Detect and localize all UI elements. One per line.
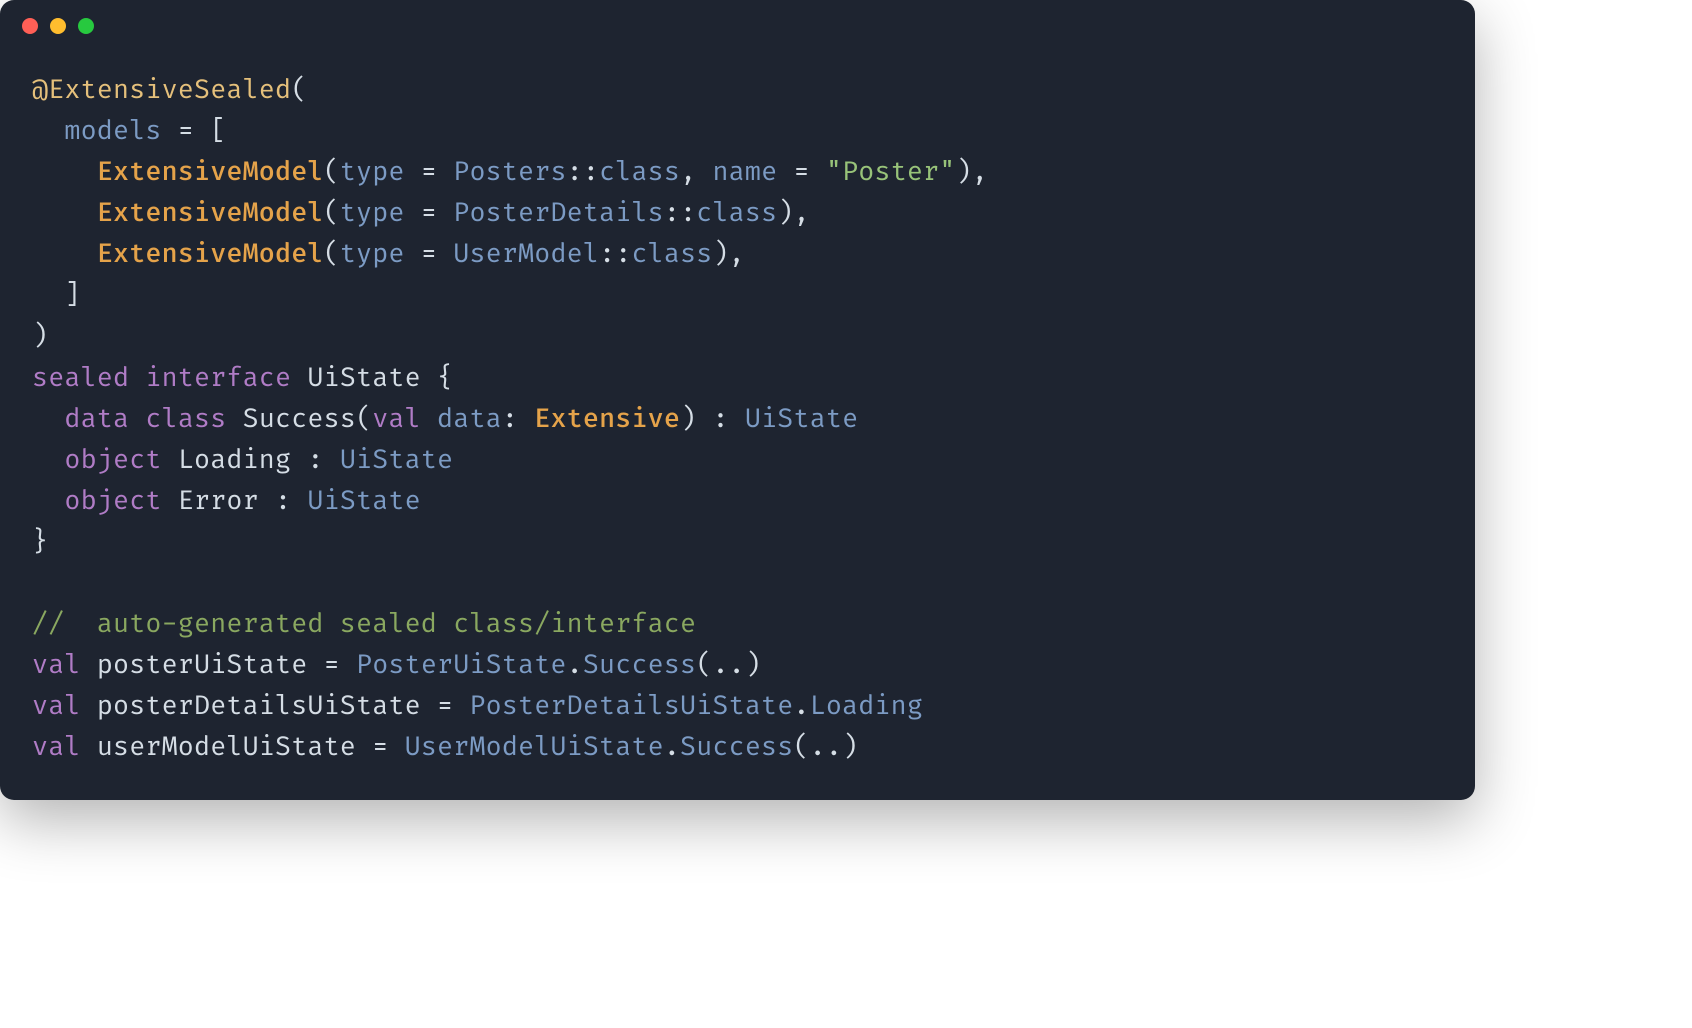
dot-3: . (664, 731, 680, 763)
close-paren-4: ) (712, 238, 728, 270)
code-body: @ExtensiveSealed( models = [ ExtensiveMo… (0, 42, 1475, 800)
posters-type: Posters (453, 156, 566, 188)
close-icon[interactable] (22, 18, 38, 34)
close-paren-7: ) (842, 731, 858, 763)
class-kw-1: class (599, 156, 680, 188)
open-paren-7: ( (793, 731, 809, 763)
uistate-ref-3: UiState (307, 485, 420, 517)
extensive-model-1: ExtensiveModel (97, 156, 324, 188)
colon-1: : (502, 403, 518, 435)
sealed-kw: sealed (32, 362, 129, 394)
val-kw-3: val (32, 690, 81, 722)
success-member-2: Success (680, 731, 793, 763)
close-brace: } (32, 526, 48, 558)
close-paren-1: ) (32, 320, 48, 352)
close-paren-3: ) (777, 197, 793, 229)
posterdetails-type: PosterDetails (453, 197, 664, 229)
close-paren-2: ) (956, 156, 972, 188)
extensive-model-3: ExtensiveModel (97, 238, 324, 270)
code-window: @ExtensiveSealed( models = [ ExtensiveMo… (0, 0, 1475, 800)
close-paren-6: ) (745, 649, 761, 681)
param-name: name (712, 156, 777, 188)
val-kw-4: val (32, 731, 81, 763)
minimize-icon[interactable] (50, 18, 66, 34)
data-param: data (437, 403, 502, 435)
loading-obj: Loading (178, 444, 291, 476)
close-bracket: ] (64, 279, 80, 311)
colon-2: : (712, 403, 728, 435)
eq: = (162, 115, 211, 147)
param-models: models (64, 115, 161, 147)
param-type-1: type (340, 156, 405, 188)
close-paren-5: ) (680, 403, 696, 435)
open-bracket: [ (210, 115, 226, 147)
eq-2: = (405, 156, 454, 188)
comma-1: , (680, 156, 696, 188)
usermodel-type: UserModel (453, 238, 599, 270)
open-brace: { (437, 362, 453, 394)
colon-4: : (275, 485, 291, 517)
comma-3: , (793, 197, 809, 229)
data-kw: data (64, 403, 129, 435)
dots-2: .. (810, 731, 842, 763)
colon-3: : (307, 444, 323, 476)
dot-2: . (793, 690, 809, 722)
open-paren-4: ( (324, 238, 340, 270)
posterdetailsuistate-type: PosterDetailsUiState (469, 690, 793, 722)
maximize-icon[interactable] (78, 18, 94, 34)
posteruistate-var: posterUiState (97, 649, 308, 681)
open-paren-3: ( (324, 197, 340, 229)
posterdetailsuistate-var: posterDetailsUiState (97, 690, 421, 722)
string-close-1: " (939, 156, 955, 188)
usermodeluistate-var: userModelUiState (97, 731, 356, 763)
eq-7: = (437, 690, 453, 722)
coloncolon-2: :: (664, 197, 696, 229)
param-type-2: type (340, 197, 405, 229)
object-kw-1: object (64, 444, 161, 476)
uistate-ref-1: UiState (745, 403, 858, 435)
string-open-1: " (826, 156, 842, 188)
class-kw-3: class (631, 238, 712, 270)
comma-2: , (972, 156, 988, 188)
string-poster: Poster (842, 156, 939, 188)
open-paren: ( (291, 74, 307, 106)
class-kw-decl: class (145, 403, 226, 435)
open-paren-6: ( (696, 649, 712, 681)
usermodeluistate-type: UserModelUiState (405, 731, 664, 763)
window-titlebar (0, 0, 1475, 42)
error-obj: Error (178, 485, 259, 517)
eq-8: = (372, 731, 388, 763)
param-type-3: type (340, 238, 405, 270)
eq-6: = (324, 649, 340, 681)
posteruistate-type: PosterUiState (356, 649, 567, 681)
extensive-type: Extensive (534, 403, 680, 435)
open-paren-2: ( (324, 156, 340, 188)
comment: // auto-generated sealed class/interface (32, 608, 696, 640)
class-kw-2: class (696, 197, 777, 229)
annotation: @ExtensiveSealed (32, 74, 291, 106)
loading-member: Loading (810, 690, 923, 722)
interface-kw: interface (145, 362, 291, 394)
eq-3: = (777, 156, 826, 188)
dot-1: . (567, 649, 583, 681)
success-member-1: Success (583, 649, 696, 681)
coloncolon-3: :: (599, 238, 631, 270)
val-kw-1: val (372, 403, 421, 435)
val-kw-2: val (32, 649, 81, 681)
success-class: Success (243, 403, 356, 435)
comma-4: , (729, 238, 745, 270)
eq-5: = (405, 238, 454, 270)
object-kw-2: object (64, 485, 161, 517)
open-paren-5: ( (356, 403, 372, 435)
extensive-model-2: ExtensiveModel (97, 197, 324, 229)
eq-4: = (405, 197, 454, 229)
dots-1: .. (712, 649, 744, 681)
coloncolon-1: :: (567, 156, 599, 188)
uistate-ref-2: UiState (340, 444, 453, 476)
uistate: UiState (307, 362, 420, 394)
